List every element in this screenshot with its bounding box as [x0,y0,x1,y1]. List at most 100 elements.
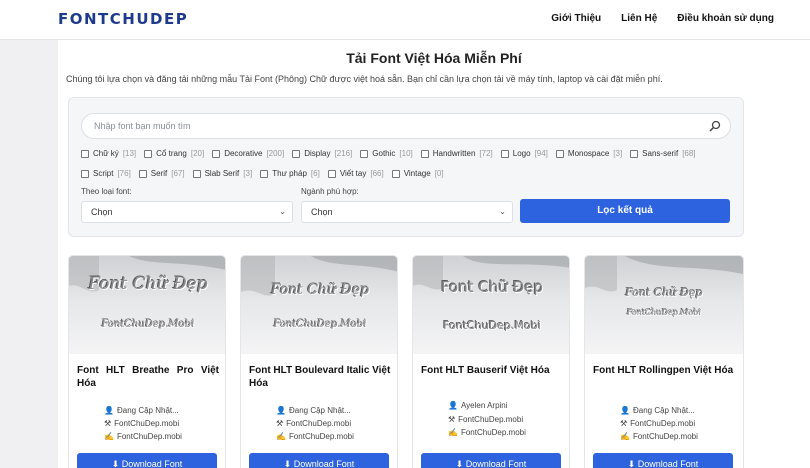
font-preview-image[interactable]: Font Chữ Đẹp FontChuDep.Mobi [69,256,225,354]
user-icon: 👤 [276,406,286,415]
font-author: 👤 Đang Cập Nhật... [104,406,179,415]
font-source: ✍ FontChuDep.mobi [620,432,698,441]
pen-icon: ✍ [276,432,286,441]
preview-text-primary: Font Chữ Đẹp [270,282,370,298]
pen-icon: ✍ [448,428,458,437]
font-card: Font Chữ Đẹp FontChuDep.Mobi Font HLT Br… [68,255,226,468]
site-header: FONTCHUDEP Giới Thiệu Liên Hệ Điều khoản… [0,0,810,40]
preview-text-primary: Font Chữ Đẹp [440,278,544,296]
preview-text-primary: Font Chữ Đẹp [625,286,703,299]
industry-select[interactable]: Chọn ⌄ [301,201,513,223]
category-sans-serif[interactable]: Sans-serif [68] [630,148,696,159]
user-icon: 👤 [620,406,630,415]
font-site: ⚒ FontChuDep.mobi [448,415,524,424]
filter-results-button[interactable]: Lọc kết quả [520,199,730,223]
download-font-button[interactable]: ⬇ Download Font [421,453,561,468]
font-preview-image[interactable]: Font Chữ Đẹp FontChuDep.Mobi [413,256,569,354]
download-font-button[interactable]: ⬇ Download Font [77,453,217,468]
industry-label: Ngành phù hợp: [301,187,359,196]
checkbox[interactable] [292,149,301,158]
category-handwritten[interactable]: Handwritten [72] [420,148,493,159]
preview-text-secondary: FontChuDep.Mobi [443,319,541,332]
checkbox[interactable] [81,169,89,178]
preview-text-primary: Font Chữ Đẹp [88,274,208,294]
checkbox[interactable] [360,149,369,158]
category-viet-tay[interactable]: Viết tay [66] [327,168,384,179]
font-site: ⚒ FontChuDep.mobi [276,419,352,428]
font-author: 👤 Đang Cập Nhật... [276,406,351,415]
category-thu-phap[interactable]: Thư pháp [6] [260,168,320,179]
checkbox[interactable] [138,169,147,178]
download-font-button[interactable]: ⬇ Download Font [593,453,733,468]
checkbox[interactable] [212,149,221,158]
download-font-button[interactable]: ⬇ Download Font [249,453,389,468]
download-icon: ⬇ [111,459,122,468]
tree-silhouette-graphic [413,256,569,290]
search-icon[interactable] [709,120,721,132]
category-co-trang[interactable]: Cổ trang [20] [144,148,204,159]
font-title[interactable]: Font HLT Breathe Pro Việt Hóa [77,364,219,390]
tools-icon: ⚒ [276,419,284,428]
preview-text-secondary: FontChuDep.Mobi [273,319,367,330]
checkbox[interactable] [327,169,336,178]
checkbox[interactable] [555,149,564,158]
pen-icon: ✍ [620,432,630,441]
checkbox[interactable] [630,149,639,158]
checkbox[interactable] [500,149,509,158]
tools-icon: ⚒ [104,419,112,428]
category-gothic[interactable]: Gothic [10] [360,148,413,159]
checkbox[interactable] [81,149,89,158]
font-title[interactable]: Font HLT Rollingpen Việt Hóa [593,364,735,377]
category-script[interactable]: Script [76] [81,168,131,179]
preview-text-secondary: FontChuDep.Mobi [626,308,702,317]
tree-silhouette-graphic [69,256,225,292]
font-site: ⚒ FontChuDep.mobi [620,419,696,428]
site-logo[interactable]: FONTCHUDEP [58,10,188,28]
chevron-down-icon: ⌄ [499,207,506,216]
category-slab-serif[interactable]: Slab Serif [3] [192,168,252,179]
nav-contact[interactable]: Liên Hệ [621,13,657,24]
font-card: Font Chữ Đẹp FontChuDep.Mobi Font HLT Ro… [584,255,744,468]
category-monospace[interactable]: Monospace [3] [555,148,622,159]
font-source: ✍ FontChuDep.mobi [448,428,526,437]
checkbox[interactable] [260,169,269,178]
checkbox[interactable] [144,149,153,158]
font-preview-image[interactable]: Font Chữ Đẹp FontChuDep.Mobi [241,256,397,354]
font-author: 👤 Đang Cập Nhật... [620,406,695,415]
category-chu-ky[interactable]: Chữ ký [13] [81,148,136,159]
category-serif[interactable]: Serif [67] [138,168,185,179]
category-decorative[interactable]: Decorative [200] [212,148,284,159]
font-type-select[interactable]: Chọn ⌄ [81,201,293,223]
category-logo[interactable]: Logo [94] [500,148,548,159]
nav-terms[interactable]: Điều khoản sử dụng [677,13,774,24]
font-source: ✍ FontChuDep.mobi [104,432,182,441]
font-title[interactable]: Font HLT Bauserif Việt Hóa [421,364,563,377]
preview-text-secondary: FontChuDep.Mobi [101,319,195,330]
font-author: 👤 Ayelen Arpini [448,401,508,410]
font-title[interactable]: Font HLT Boulevard Italic Việt Hóa [249,364,391,390]
chevron-down-icon: ⌄ [279,207,286,216]
pen-icon: ✍ [104,432,114,441]
checkbox[interactable] [192,169,201,178]
search-panel: Chữ ký[13] Cổ trang[20] Decorative[200] … [68,97,744,237]
main-nav: Giới Thiệu Liên Hệ Điều khoản sử dụng [551,13,774,24]
user-icon: 👤 [448,401,458,410]
category-filter-list: Chữ ký [13] Cổ trang [20] Decorative [200] … [81,148,741,179]
page-title: Tải Font Việt Hóa Miễn Phí [346,50,522,66]
font-card: Font Chữ Đẹp FontChuDep.Mobi Font HLT Ba… [412,255,570,468]
checkbox[interactable] [420,149,429,158]
font-card: Font Chữ Đẹp FontChuDep.Mobi Font HLT Bo… [240,255,398,468]
font-preview-image[interactable]: Font Chữ Đẹp FontChuDep.Mobi [585,256,743,354]
font-site: ⚒ FontChuDep.mobi [104,419,180,428]
search-box [81,113,731,139]
font-source: ✍ FontChuDep.mobi [276,432,354,441]
search-input[interactable] [82,114,702,138]
category-vintage[interactable]: Vintage [0] [391,168,444,179]
nav-about[interactable]: Giới Thiệu [551,13,601,24]
download-icon: ⬇ [455,459,466,468]
main-content: Tải Font Việt Hóa Miễn Phí Chúng tôi lựa… [58,40,810,468]
checkbox[interactable] [391,169,400,178]
tree-silhouette-graphic [241,256,397,296]
user-icon: 👤 [104,406,114,415]
category-display[interactable]: Display [216] [292,148,352,159]
